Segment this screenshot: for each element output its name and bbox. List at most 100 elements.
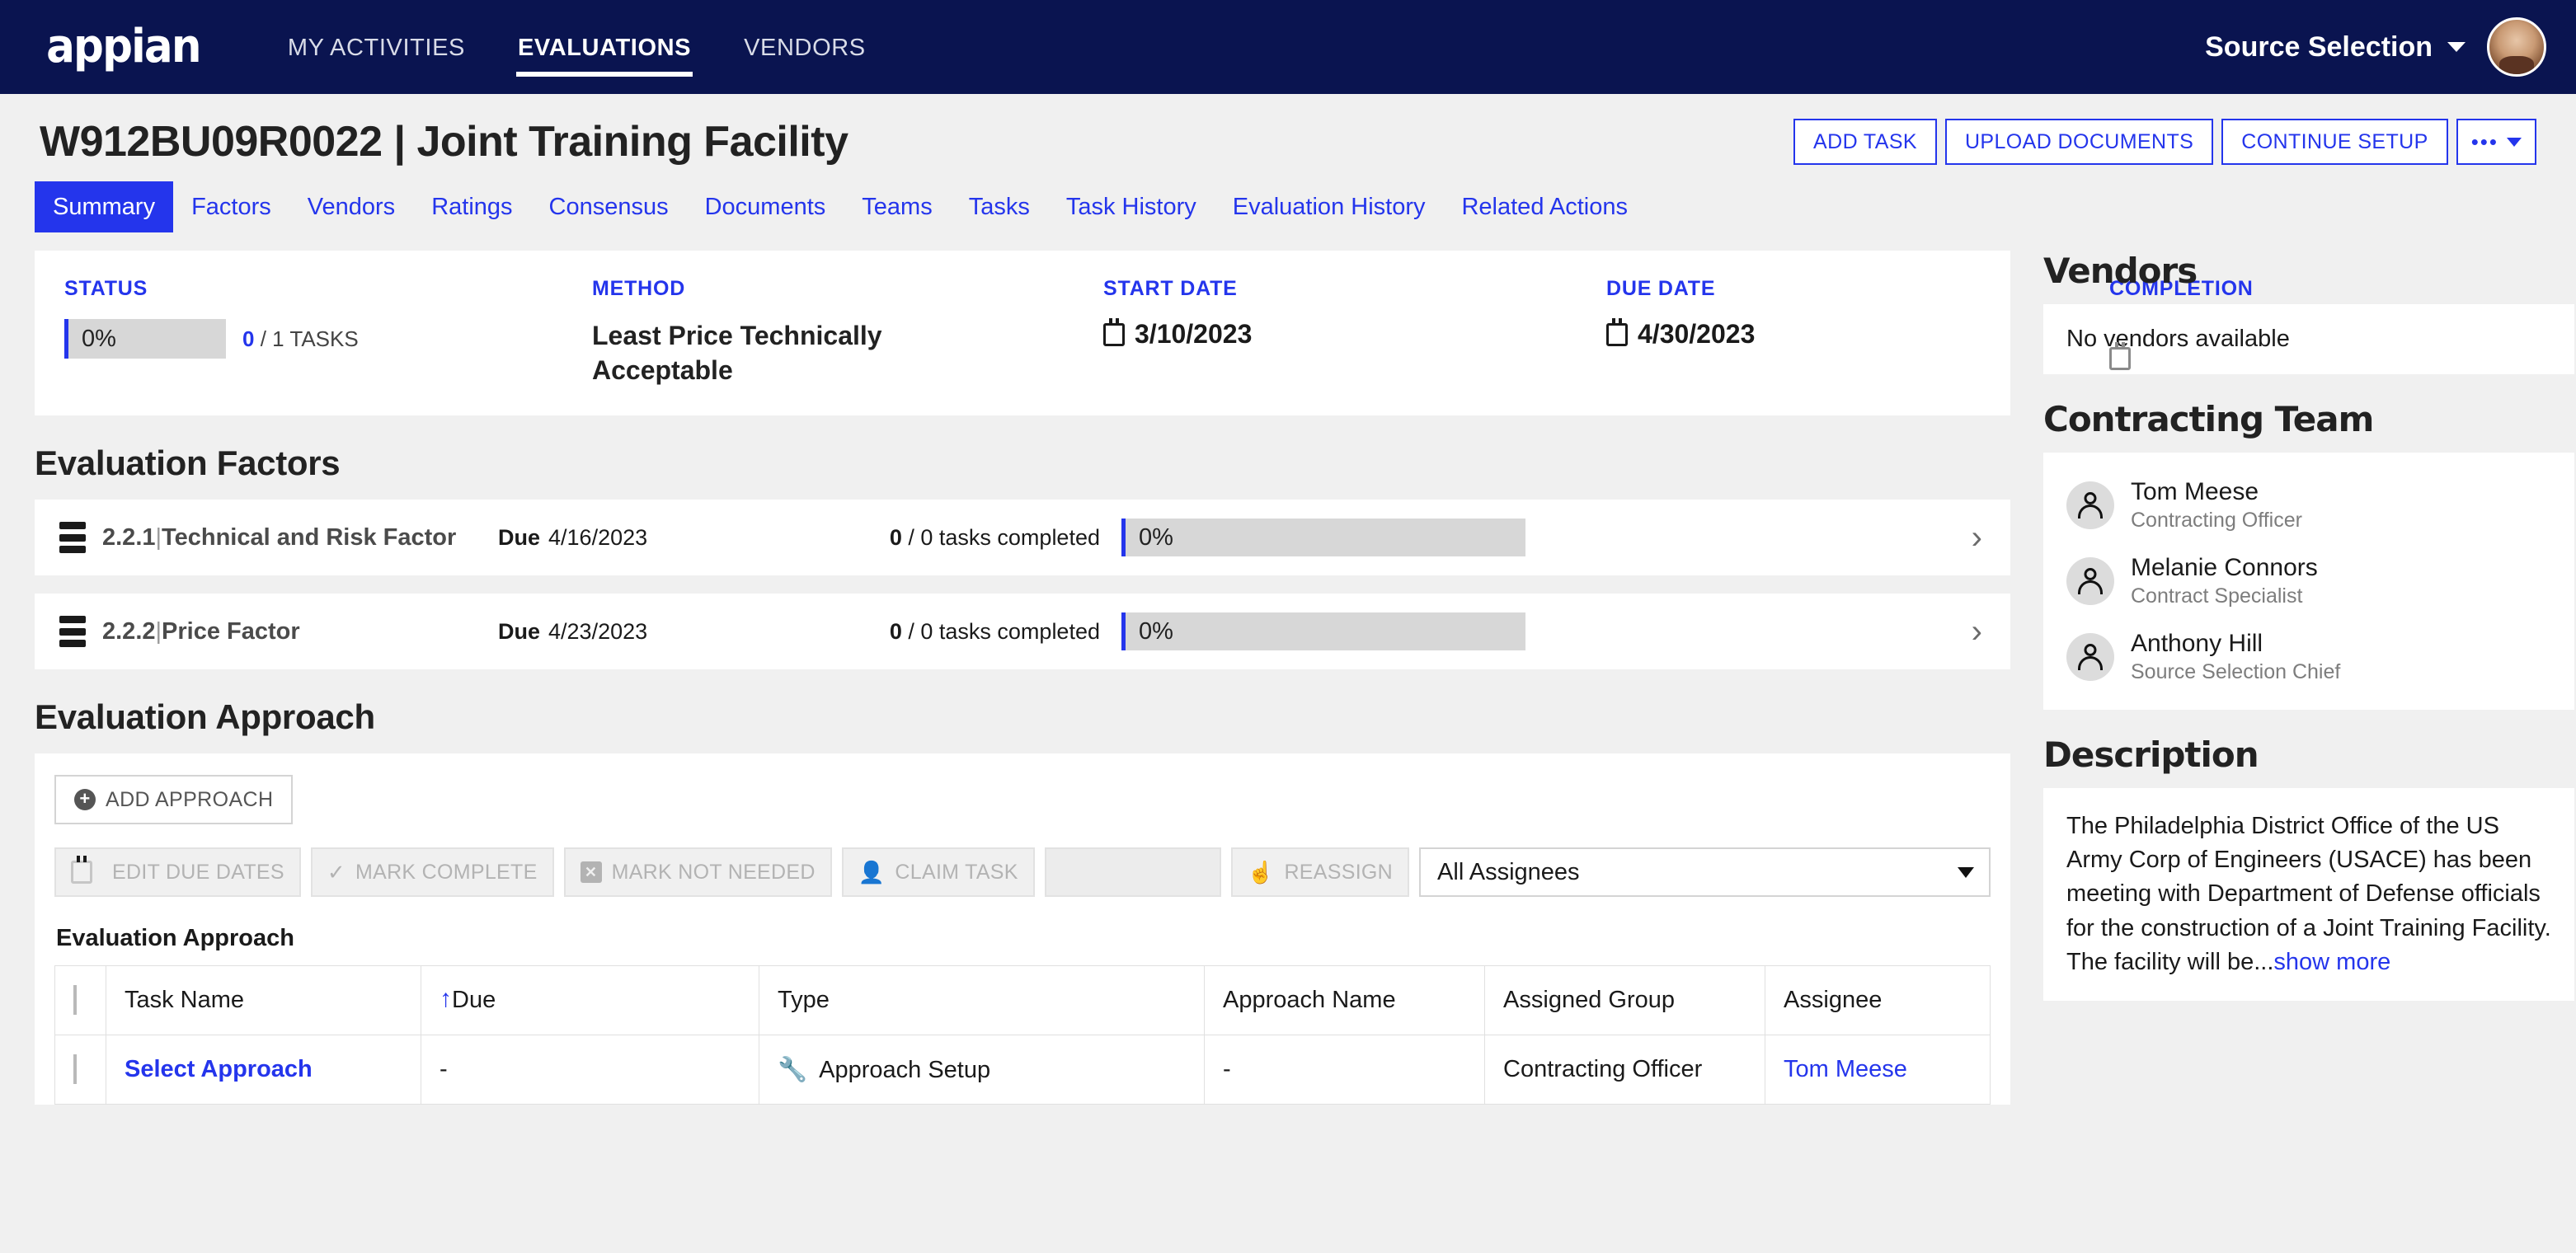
cell-task-name: Select Approach [105, 1035, 422, 1105]
column-header-assigned-group[interactable]: Assigned Group [1484, 965, 1766, 1036]
edit-due-dates-button[interactable]: EDIT DUE DATES [54, 847, 301, 898]
header-action-buttons: ADD TASK UPLOAD DOCUMENTS CONTINUE SETUP… [1793, 119, 2536, 165]
upload-documents-button[interactable]: UPLOAD DOCUMENTS [1944, 119, 2214, 165]
factor-due-label: Due [498, 618, 541, 644]
due-date-value: 4/30/2023 [1638, 319, 1756, 349]
factor-due-label: Due [498, 524, 541, 550]
nav-item-evaluations[interactable]: EVALUATIONS [515, 30, 693, 77]
select-all-checkbox[interactable] [73, 985, 77, 1016]
tab-summary[interactable]: Summary [35, 181, 174, 232]
vendors-empty-message: No vendors available [2066, 326, 2290, 352]
x-box-icon: ✕ [580, 861, 602, 884]
status-progress-value: 0% [82, 325, 116, 352]
contracting-team-heading: Contracting Team [2043, 399, 2374, 439]
factor-title: Price Factor [162, 617, 300, 645]
start-date-label: START DATE [1103, 277, 1238, 300]
method-label: METHOD [592, 277, 686, 300]
mark-not-needed-button[interactable]: ✕ MARK NOT NEEDED [563, 847, 832, 898]
factor-progress-bar: 0% [1121, 612, 1525, 651]
column-header-assignee[interactable]: Assignee [1765, 965, 1991, 1036]
cell-approach-name: - [1204, 1035, 1486, 1105]
row-select-cell [54, 1035, 106, 1105]
select-all-header [54, 965, 106, 1036]
start-date-value-row: 3/10/2023 [1103, 317, 1606, 350]
factor-separator: | [155, 523, 162, 551]
factor-row[interactable]: 2.2.1|Technical and Risk Factor Due 4/16/… [35, 500, 2010, 576]
add-approach-label: ADD APPROACH [106, 787, 274, 811]
table-header-row: Task Name ↑ Due Type Approach Name Assig… [54, 965, 1991, 1036]
tab-evaluation-history[interactable]: Evaluation History [1215, 181, 1444, 232]
more-actions-button[interactable]: ••• [2456, 119, 2536, 165]
show-more-link[interactable]: show more [2273, 949, 2390, 975]
continue-setup-button[interactable]: CONTINUE SETUP [2221, 119, 2448, 165]
tab-factors[interactable]: Factors [173, 181, 289, 232]
reassign-button[interactable]: ☝ REASSIGN [1230, 847, 1410, 898]
tab-bar: Summary Factors Vendors Ratings Consensu… [0, 181, 2576, 232]
calendar-icon [1103, 317, 1125, 346]
status-progress-bar: 0% [64, 319, 226, 359]
factor-row[interactable]: 2.2.2|Price Factor Due 4/23/2023 0 / 0 ta… [35, 594, 2010, 670]
tab-task-history[interactable]: Task History [1048, 181, 1215, 232]
reassign-label: REASSIGN [1284, 860, 1394, 884]
nav-item-vendors[interactable]: VENDORS [742, 30, 867, 65]
factor-tasks-done: 0 [889, 524, 902, 550]
claim-task-label: CLAIM TASK [895, 860, 1018, 884]
mark-complete-button[interactable]: ✓ MARK COMPLETE [310, 847, 554, 898]
user-plus-icon: 👤 [858, 860, 886, 885]
chevron-down-icon [2507, 137, 2522, 147]
claim-task-button[interactable]: 👤 CLAIM TASK [841, 847, 1035, 898]
factor-progress-value: 0% [1139, 523, 1173, 551]
tab-ratings[interactable]: Ratings [413, 181, 530, 232]
tab-consensus[interactable]: Consensus [531, 181, 687, 232]
add-task-button[interactable]: ADD TASK [1793, 119, 1937, 165]
task-name-link[interactable]: Select Approach [125, 1056, 313, 1082]
layers-icon [59, 616, 86, 648]
mark-complete-label: MARK COMPLETE [355, 860, 538, 884]
calendar-icon [1606, 317, 1628, 346]
row-checkbox[interactable] [73, 1054, 77, 1085]
appian-logo[interactable]: appian [46, 24, 201, 70]
column-header-task-name[interactable]: Task Name [105, 965, 422, 1036]
method-field: METHOD Least Price Technically Acceptabl… [592, 277, 1103, 387]
assignee-link[interactable]: Tom Meese [1784, 1056, 1907, 1082]
due-date-value-row: 4/30/2023 [1606, 317, 2109, 350]
cell-due: - [421, 1035, 760, 1105]
assignee-filter-dropdown[interactable]: All Assignees [1419, 847, 1991, 898]
chevron-down-icon [1958, 866, 1974, 878]
tab-documents[interactable]: Documents [687, 181, 844, 232]
nav-item-my-activities[interactable]: MY ACTIVITIES [286, 30, 467, 65]
toolbar-spacer [1044, 847, 1221, 898]
team-member[interactable]: Melanie Connors Contract Specialist [2066, 543, 2551, 619]
factor-number: 2.2.1 [102, 523, 156, 551]
column-header-due[interactable]: ↑ Due [421, 965, 760, 1036]
status-tasks-total: / 1 TASKS [260, 326, 359, 351]
cell-type: 🔧 Approach Setup [759, 1035, 1206, 1105]
column-header-type[interactable]: Type [759, 965, 1206, 1036]
user-menu[interactable]: Source Selection [2205, 0, 2546, 94]
status-tasks-count: 0 / 1 TASKS [242, 326, 359, 352]
team-member[interactable]: Anthony Hill Source Selection Chief [2066, 619, 2551, 695]
plus-icon: + [74, 789, 96, 811]
due-date-label: DUE DATE [1606, 277, 1716, 300]
factor-separator: | [155, 617, 162, 645]
avatar[interactable] [2487, 17, 2546, 77]
wrench-icon: 🔧 [778, 1056, 808, 1083]
column-header-due-label: Due [452, 987, 496, 1014]
factor-tasks-text: / 0 tasks completed [908, 524, 1100, 550]
team-member-name: Tom Meese [2131, 478, 2259, 505]
tab-teams[interactable]: Teams [844, 181, 950, 232]
user-icon [2066, 633, 2114, 681]
team-member-role: Contracting Officer [2131, 509, 2302, 532]
tab-tasks[interactable]: Tasks [951, 181, 1048, 232]
tab-related-actions[interactable]: Related Actions [1443, 181, 1646, 232]
add-approach-button[interactable]: + ADD APPROACH [54, 775, 294, 825]
tab-vendors[interactable]: Vendors [289, 181, 413, 232]
chevron-right-icon[interactable]: › [1972, 521, 1987, 554]
team-member[interactable]: Tom Meese Contracting Officer [2066, 467, 2551, 543]
edit-due-dates-label: EDIT DUE DATES [112, 860, 284, 884]
layers-icon [59, 522, 86, 554]
user-name-label: Source Selection [2205, 31, 2433, 63]
vendors-heading: Vendors [2043, 251, 2198, 291]
column-header-approach-name[interactable]: Approach Name [1204, 965, 1486, 1036]
chevron-right-icon[interactable]: › [1972, 615, 1987, 648]
